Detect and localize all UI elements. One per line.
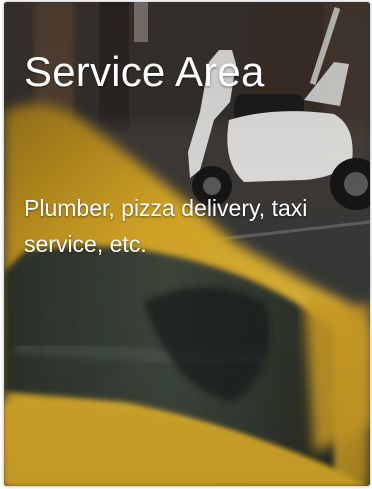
card-description: Plumber, pizza delivery, taxi service, e… bbox=[24, 195, 308, 257]
service-area-card[interactable]: Service Area Plumber, pizza delivery, ta… bbox=[4, 2, 370, 486]
card-title: Service Area bbox=[24, 48, 265, 95]
